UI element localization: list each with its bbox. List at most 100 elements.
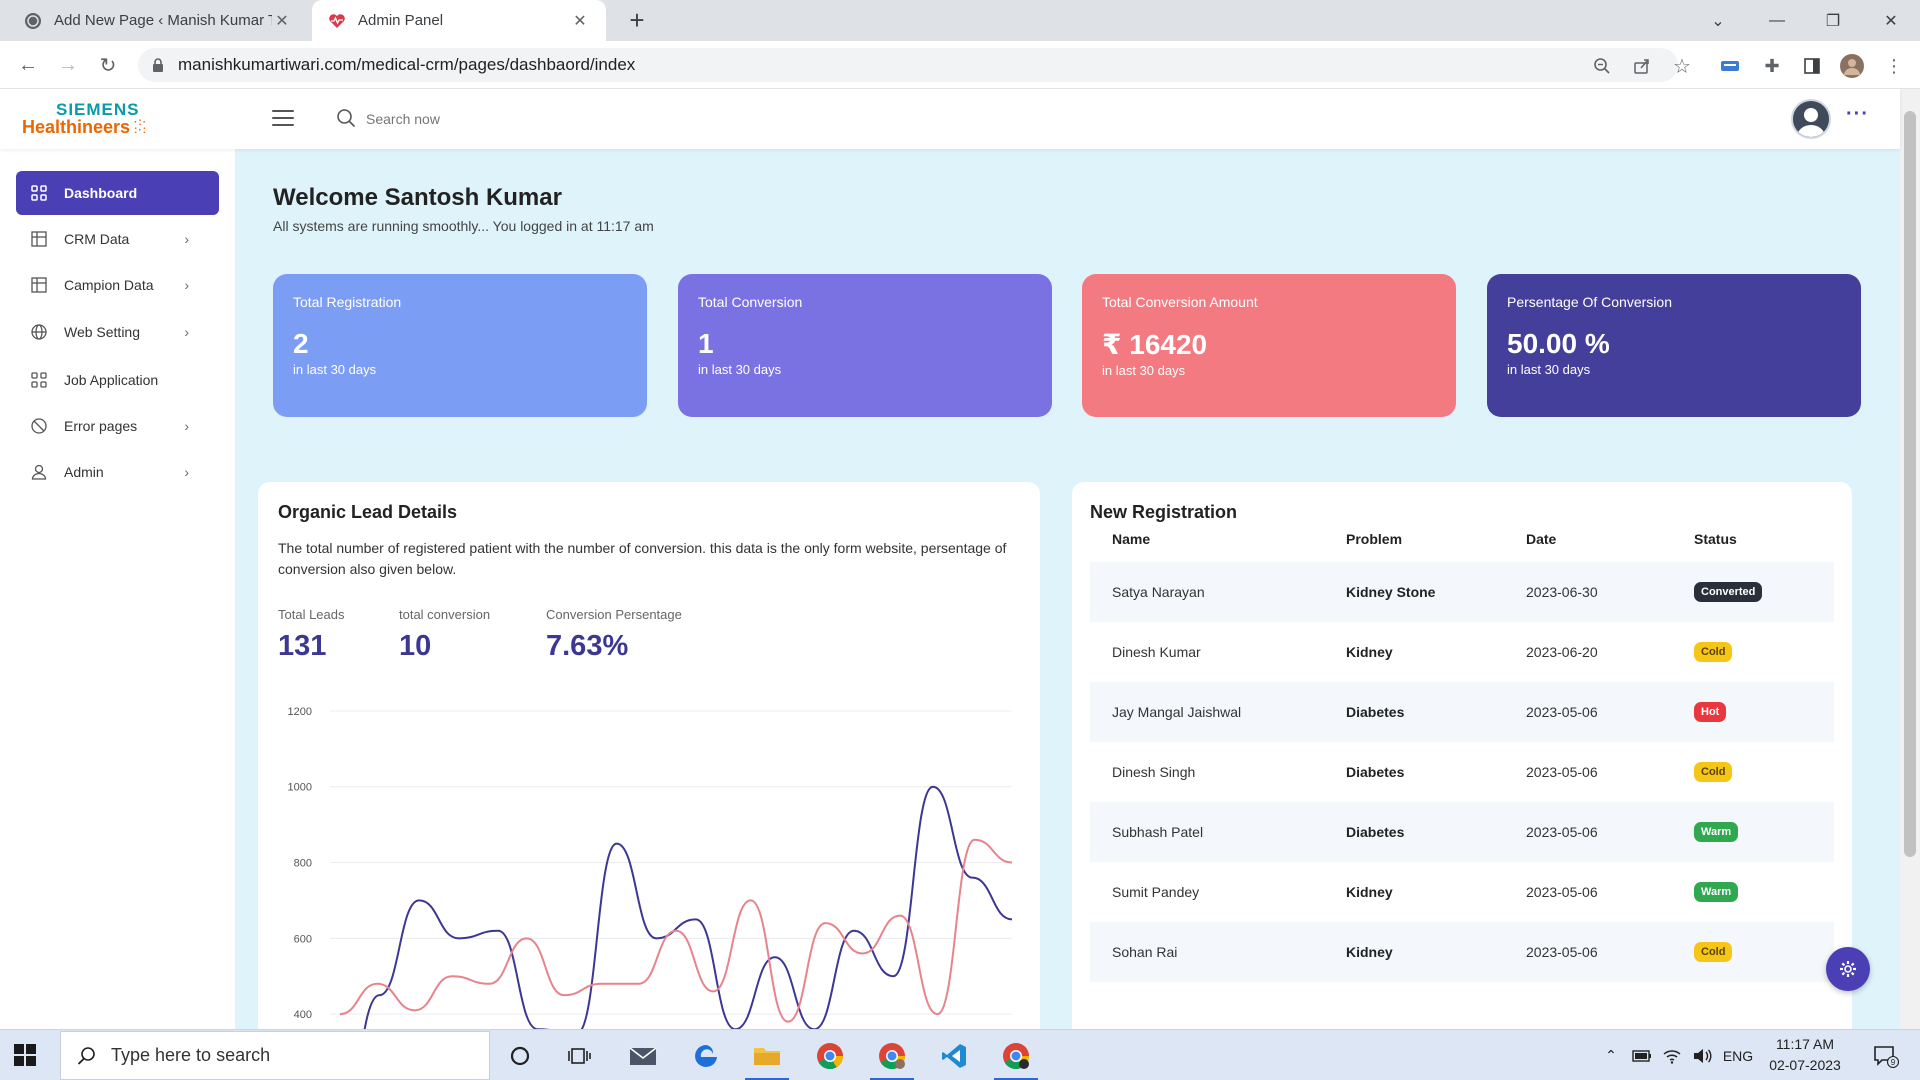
cortana-icon[interactable] [490,1030,550,1080]
sidebar-item-error-pages[interactable]: Error pages › [16,404,219,448]
share-icon[interactable] [1630,54,1654,78]
organic-lead-card: Organic Lead Details The total number of… [258,482,1040,1029]
back-icon[interactable]: ← [14,51,42,79]
notification-center-icon[interactable]: 9 [1866,1030,1906,1080]
table-row[interactable]: Dinesh Singh Diabetes 2023-05-06 Cold [1090,742,1834,802]
cell-date: 2023-05-06 [1504,802,1672,862]
more-options-icon[interactable]: ··· [1846,103,1869,126]
notification-count: 9 [1891,1058,1896,1067]
cell-problem: Kidney [1346,644,1393,660]
system-clock[interactable]: 11:17 AM 02-07-2023 [1760,1034,1850,1076]
sidebar-item-campion-data[interactable]: Campion Data › [16,263,219,307]
forward-icon[interactable]: → [54,51,82,79]
stat-sub: in last 30 days [1102,363,1186,378]
profile-avatar-icon[interactable] [1840,54,1864,78]
search-input[interactable] [366,107,666,131]
sidepanel-icon[interactable] [1800,54,1824,78]
stat-value: 50.00 % [1507,328,1610,359]
hamburger-menu-icon[interactable] [272,110,294,128]
stat-value: 1 [698,328,714,359]
status-badge: Warm [1694,882,1739,902]
column-header-problem: Problem [1346,531,1403,547]
cell-name: Dinesh Kumar [1112,644,1201,660]
stat-card-persentage-of-conversion: Persentage Of Conversion 50.00 % in last… [1487,274,1861,417]
language-indicator[interactable]: ENG [1718,1030,1758,1080]
kpi-total-leads: Total Leads 131 [278,607,345,663]
chevron-right-icon: › [184,464,189,480]
extension-keyboard-icon[interactable] [1718,54,1742,78]
scrollbar-thumb[interactable] [1904,111,1916,857]
edge-icon[interactable] [676,1030,736,1080]
globe-icon [30,323,48,341]
battery-icon[interactable] [1628,1030,1656,1080]
status-badge: Warm [1694,822,1739,842]
cell-name: Sumit Pandey [1112,884,1200,900]
file-explorer-icon[interactable] [737,1030,797,1080]
reload-icon[interactable]: ↻ [94,51,122,79]
sidebar-item-dashboard[interactable]: Dashboard [16,171,219,215]
task-view-icon[interactable] [550,1030,610,1080]
chrome-profile-2-icon[interactable] [986,1030,1046,1080]
chrome-profile-icon[interactable] [862,1030,922,1080]
table-icon [30,276,48,294]
vscode-icon[interactable] [924,1030,984,1080]
sidebar-item-job-application[interactable]: Job Application [16,358,219,402]
table-row[interactable]: Sumit Pandey Kidney 2023-05-06 Warm [1090,862,1834,922]
new-tab-button[interactable]: + [624,7,650,34]
table-row[interactable]: Sohan Rai Kidney 2023-05-06 Cold [1090,922,1834,982]
table-row[interactable]: Subhash Patel Diabetes 2023-05-06 Warm [1090,802,1834,862]
table-row[interactable]: Jay Mangal Jaishwal Diabetes 2023-05-06 Hot [1090,682,1834,742]
sidebar-item-web-setting[interactable]: Web Setting › [16,310,219,354]
y-tick-label: 1200 [288,706,312,718]
y-tick-label: 800 [294,858,312,870]
taskbar-search-placeholder: Type here to search [111,1045,271,1065]
browser-tab-add-new-page[interactable]: Add New Page ‹ Manish Kumar T ✕ [8,0,308,41]
bookmark-star-icon[interactable]: ☆ [1670,54,1694,78]
user-avatar[interactable] [1791,99,1831,139]
windows-taskbar: Type here to search ⌃ ENG 11:17 AM 02-07… [0,1029,1920,1080]
card-description: The total number of registered patient w… [278,540,1007,577]
chrome-icon[interactable] [800,1030,860,1080]
new-registration-card: New Registration Name Problem Date Statu… [1072,482,1852,1029]
browser-tab-admin-panel[interactable]: Admin Panel ✕ [312,0,606,41]
mail-icon[interactable] [613,1030,673,1080]
chevron-right-icon: › [184,277,189,293]
siemens-healthineers-logo[interactable]: SIEMENS Healthineers ·:·:·: [22,101,147,136]
windows-start-icon[interactable] [14,1044,36,1071]
settings-gear-button[interactable] [1826,947,1870,991]
stat-card-total-registration: Total Registration 2 in last 30 days [273,274,647,417]
chevron-up-icon[interactable]: ⌃ [1598,1030,1624,1080]
stat-label: Total Registration [293,294,402,310]
grid-icon [30,184,48,202]
cell-date: 2023-06-20 [1526,644,1598,660]
kpi-label: Conversion Persentage [546,607,682,622]
sidebar-item-crm-data[interactable]: CRM Data › [16,217,219,261]
close-window-button[interactable]: ✕ [1866,0,1916,41]
grid-icon [30,371,48,389]
volume-icon[interactable] [1688,1030,1716,1080]
cell-status: Cold [1672,922,1834,982]
zoom-icon[interactable] [1590,54,1614,78]
sidebar-item-admin[interactable]: Admin › [16,450,219,494]
minimize-button[interactable]: — [1752,0,1802,41]
page-scrollbar[interactable] [1900,89,1920,1029]
tab-search-icon[interactable]: ⌄ [1693,0,1743,41]
sidebar: Dashboard CRM Data › Campion Data › Web … [0,149,235,1029]
search-icon [336,108,356,133]
close-tab-icon[interactable]: ✕ [570,11,590,31]
url-bar[interactable]: manishkumartiwari.com/medical-crm/pages/… [138,48,1678,82]
kebab-menu-icon[interactable]: ⋮ [1882,54,1906,78]
sidebar-item-label: Admin [64,464,104,480]
status-badge: Hot [1694,702,1727,722]
column-header-date: Date [1526,531,1557,547]
cell-date: 2023-05-06 [1526,884,1598,900]
table-row[interactable]: Dinesh Kumar Kidney 2023-06-20 Cold [1090,622,1834,682]
wifi-icon[interactable] [1658,1030,1686,1080]
puzzle-icon[interactable]: ✚ [1760,54,1784,78]
tab-title: Add New Page ‹ Manish Kumar T [54,12,272,29]
maximize-button[interactable]: ❐ [1808,0,1858,41]
cell-date: 2023-05-06 [1526,764,1598,780]
taskbar-search-box[interactable]: Type here to search [60,1031,490,1080]
close-tab-icon[interactable]: ✕ [272,11,292,31]
table-row[interactable]: Satya Narayan Kidney Stone 2023-06-30 Conve… [1090,562,1834,622]
